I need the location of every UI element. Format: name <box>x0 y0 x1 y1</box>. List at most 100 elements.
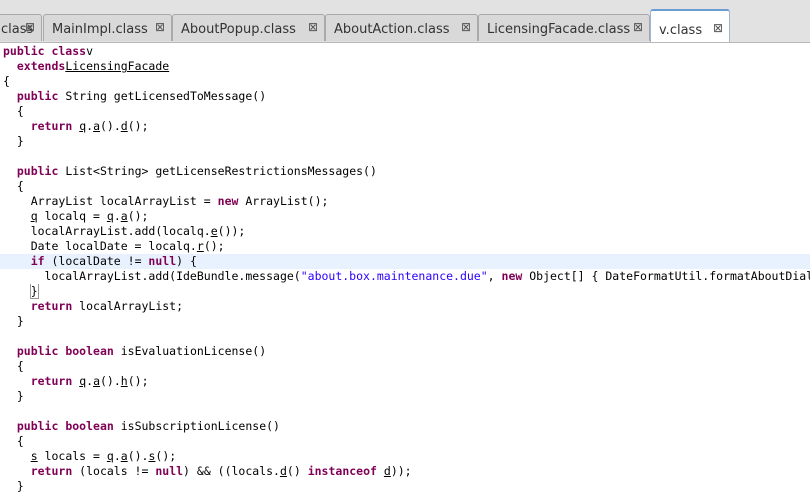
code-token: a <box>93 374 100 388</box>
code-token: { <box>3 104 24 118</box>
code-token: (). <box>100 119 121 133</box>
code-token: ()); <box>217 224 246 238</box>
code-token: (). <box>127 449 149 463</box>
code-line[interactable]: s locals = q.a().s(); <box>0 449 810 464</box>
code-keyword: instanceof <box>307 464 377 478</box>
code-token: isSubscriptionLicense() <box>113 419 280 433</box>
code-keyword: new <box>217 194 239 208</box>
code-token: (); <box>203 239 225 253</box>
code-token: )); <box>390 464 412 478</box>
code-token: locals = <box>37 449 107 463</box>
code-line[interactable]: return q.a().d(); <box>0 119 810 134</box>
code-token: ) { <box>176 254 197 268</box>
close-icon[interactable]: ⊠ <box>633 20 643 34</box>
code-token: v <box>86 44 94 58</box>
close-icon[interactable]: ⊠ <box>308 20 318 34</box>
code-token: String getLicensedToMessage() <box>58 89 267 103</box>
code-line[interactable]: } <box>0 134 810 149</box>
code-line[interactable]: { <box>0 74 810 89</box>
code-keyword: new <box>501 269 523 283</box>
code-line[interactable] <box>0 329 810 344</box>
code-keyword: extends <box>16 59 66 73</box>
code-token: localArrayList.add(IdeBundle.message( <box>3 269 301 283</box>
code-token: (locals != <box>72 464 156 478</box>
code-line[interactable] <box>0 149 810 164</box>
code-line[interactable]: { <box>0 179 810 194</box>
code-token: . <box>113 449 121 463</box>
code-token: ArrayList localArrayList = <box>3 194 218 208</box>
tab-aboutpopup-class[interactable]: AboutPopup.class ⊠ <box>172 14 325 41</box>
code-line[interactable]: } <box>0 284 810 299</box>
code-token: { <box>3 434 24 448</box>
code-line[interactable]: } <box>0 389 810 404</box>
code-token: h <box>120 374 128 388</box>
code-token: e <box>210 224 218 238</box>
code-keyword: public <box>16 89 59 103</box>
code-token: { <box>3 74 10 88</box>
code-line[interactable]: if (localDate != null) { <box>0 254 810 269</box>
tab-label: AboutAction.class <box>334 22 450 37</box>
code-line[interactable] <box>0 404 810 419</box>
code-token: { <box>3 179 24 193</box>
code-token: Date localDate = localq. <box>3 239 197 253</box>
close-icon[interactable]: ⊠ <box>713 21 723 35</box>
code-editor[interactable]: public classv extendsLicensingFacade{ pu… <box>0 43 810 501</box>
code-token: (localDate != <box>44 254 149 268</box>
code-token: s <box>30 449 38 463</box>
code-line[interactable]: public boolean isSubscriptionLicense() <box>0 419 810 434</box>
code-keyword: return <box>30 119 73 133</box>
tab-label: MainImpl.class <box>52 22 148 37</box>
code-keyword: if <box>30 254 45 268</box>
code-line[interactable]: ArrayList localArrayList = new ArrayList… <box>0 194 810 209</box>
code-token: (). <box>100 374 121 388</box>
code-token: d <box>383 464 391 478</box>
code-line[interactable]: return (locals != null) && ((locals.d() … <box>0 464 810 479</box>
editor-tab-bar: class ⊠ MainImpl.class ⊠ AboutPopup.clas… <box>0 0 810 43</box>
code-line[interactable]: q localq = q.a(); <box>0 209 810 224</box>
code-line[interactable]: Date localDate = localq.r(); <box>0 239 810 254</box>
code-token: } <box>3 479 24 493</box>
code-line[interactable]: { <box>0 359 810 374</box>
code-token: ArrayList(); <box>238 194 329 208</box>
close-icon[interactable]: ⊠ <box>461 20 471 34</box>
code-token: (); <box>155 449 177 463</box>
code-token: (); <box>127 119 149 133</box>
code-line[interactable]: } <box>0 479 810 494</box>
code-line[interactable]: return q.a().h(); <box>0 374 810 389</box>
code-token: q <box>30 209 38 223</box>
tab-class[interactable]: class ⊠ <box>0 14 42 41</box>
code-line[interactable]: localArrayList.add(IdeBundle.message("ab… <box>0 269 810 284</box>
code-token: ) && ((locals. <box>183 464 280 478</box>
code-line[interactable]: public String getLicensedToMessage() <box>0 89 810 104</box>
tab-aboutaction-class[interactable]: AboutAction.class ⊠ <box>325 14 478 41</box>
close-icon[interactable]: ⊠ <box>155 20 165 34</box>
close-icon[interactable]: ⊠ <box>25 20 35 34</box>
code-line[interactable]: extendsLicensingFacade <box>0 59 810 74</box>
code-line[interactable]: } <box>0 314 810 329</box>
code-line[interactable]: localArrayList.add(localq.e()); <box>0 224 810 239</box>
code-token: q <box>106 209 114 223</box>
code-token: localq = <box>37 209 107 223</box>
code-keyword: public class <box>3 44 87 58</box>
code-token: isEvaluationLicense() <box>113 344 267 358</box>
code-token: , <box>487 269 502 283</box>
tab-mainimpl-class[interactable]: MainImpl.class ⊠ <box>43 14 172 41</box>
code-keyword: public boolean <box>16 344 114 358</box>
code-line[interactable]: { <box>0 104 810 119</box>
tab-v-class[interactable]: v.class ⊠ <box>650 9 730 42</box>
code-line[interactable]: public classv <box>0 44 810 59</box>
code-line[interactable]: return localArrayList; <box>0 299 810 314</box>
code-line[interactable]: { <box>0 434 810 449</box>
code-token: d <box>279 464 287 478</box>
code-token: } <box>3 389 24 403</box>
code-line[interactable]: public boolean isEvaluationLicense() <box>0 344 810 359</box>
code-token: } <box>3 314 24 328</box>
code-token: a <box>120 209 128 223</box>
code-line[interactable]: public List<String> getLicenseRestrictio… <box>0 164 810 179</box>
tab-licensingfacade-class[interactable]: LicensingFacade.class ⊠ <box>478 14 650 41</box>
